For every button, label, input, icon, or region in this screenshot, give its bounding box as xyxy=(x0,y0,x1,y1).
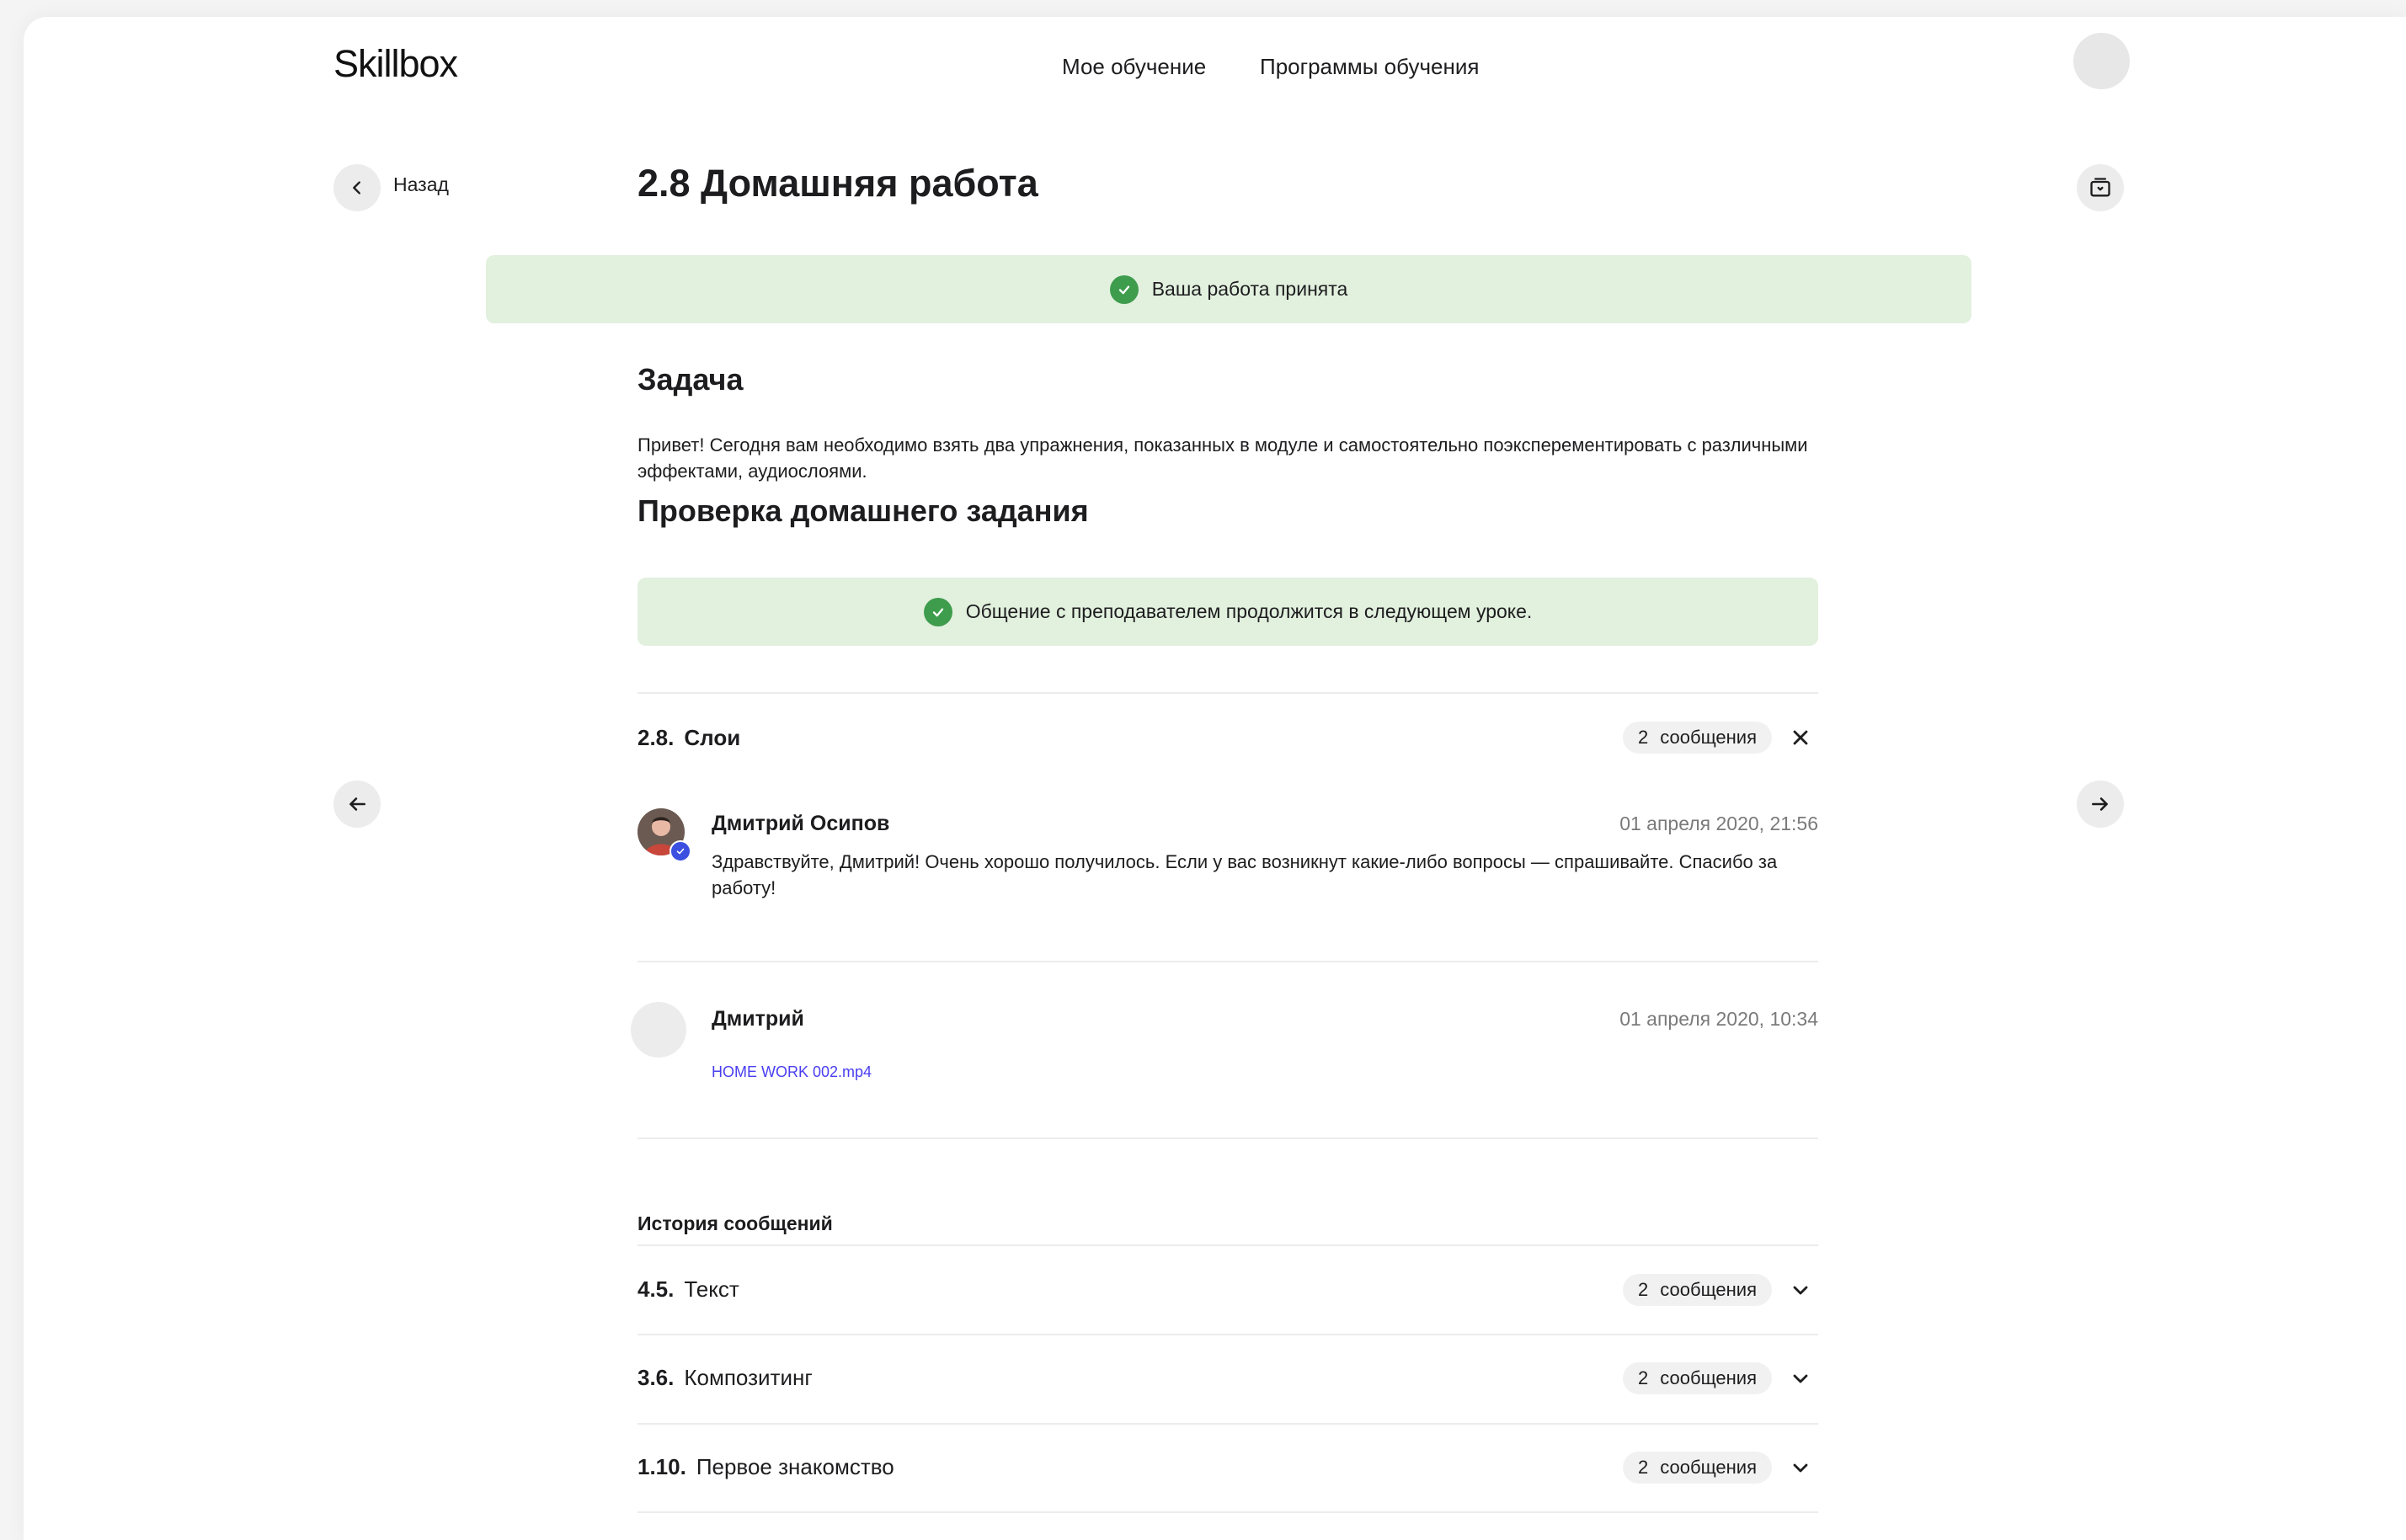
count-label: сообщения xyxy=(1660,1367,1758,1388)
history-item-name: Первое знакомство xyxy=(696,1454,894,1479)
accepted-banner: Ваша работа принята xyxy=(486,255,1971,323)
expand-button[interactable] xyxy=(1788,1366,1813,1391)
thread-name: Слои xyxy=(684,725,741,750)
count-label: сообщения xyxy=(1660,727,1758,748)
count-label: сообщения xyxy=(1660,1279,1758,1300)
task-text: Привет! Сегодня вам необходимо взять два… xyxy=(638,434,1808,482)
arrow-left-icon xyxy=(349,797,365,811)
expand-button[interactable] xyxy=(1788,1455,1813,1480)
divider xyxy=(638,961,1818,962)
chevron-left-icon xyxy=(353,181,360,194)
message-author: Дмитрий xyxy=(712,1007,804,1031)
history-item-title[interactable]: 3.6. Композитинг xyxy=(638,1365,813,1391)
nav-programs[interactable]: Программы обучения xyxy=(1260,54,1479,80)
history-item-number: 4.5. xyxy=(638,1276,675,1302)
message-count-badge: 2 сообщения xyxy=(1623,1274,1773,1306)
history-item-name: Текст xyxy=(684,1276,739,1302)
count-value: 2 xyxy=(1638,1279,1649,1300)
divider xyxy=(638,1511,1818,1513)
divider xyxy=(638,1138,1818,1139)
history-item-number: 1.10. xyxy=(638,1454,686,1479)
prev-lesson-button[interactable] xyxy=(333,781,381,828)
nav-my-learning[interactable]: Мое обучение xyxy=(1062,54,1206,80)
count-value: 2 xyxy=(1638,1457,1649,1478)
chevron-down-icon xyxy=(1793,1286,1808,1295)
thread-title[interactable]: 2.8. Слои xyxy=(638,725,740,751)
page: Skillbox Мое обучение Программы обучения… xyxy=(24,17,2406,1540)
chevron-down-icon xyxy=(1793,1374,1808,1383)
count-value: 2 xyxy=(1638,727,1649,748)
divider xyxy=(638,1423,1818,1425)
history-item-number: 3.6. xyxy=(638,1365,675,1390)
history-item-name: Композитинг xyxy=(684,1365,813,1390)
check-icon xyxy=(1109,274,1139,304)
message-count-badge: 2 сообщения xyxy=(1623,722,1773,754)
review-banner-text: Общение с преподавателем продолжится в с… xyxy=(965,600,1533,622)
divider xyxy=(638,1334,1818,1335)
count-label: сообщения xyxy=(1660,1457,1758,1478)
history-label: История сообщений xyxy=(638,1212,833,1234)
message-date: 01 апреля 2020, 10:34 xyxy=(1619,1008,1818,1030)
divider xyxy=(638,692,1818,694)
close-icon xyxy=(1793,730,1808,745)
back-button[interactable] xyxy=(333,164,381,211)
message-count-badge: 2 сообщения xyxy=(1623,1362,1773,1394)
attachment-link[interactable]: HOME WORK 002.mp4 xyxy=(712,1063,872,1081)
message-text: Здравствуйте, Дмитрий! Очень хорошо полу… xyxy=(712,851,1778,898)
archive-icon xyxy=(2090,178,2110,197)
arrow-right-icon xyxy=(2092,797,2108,811)
verified-icon xyxy=(670,840,691,862)
message-date: 01 апреля 2020, 21:56 xyxy=(1619,813,1818,834)
thread-number: 2.8. xyxy=(638,725,675,750)
check-icon xyxy=(923,597,952,626)
message-count-badge: 2 сообщения xyxy=(1623,1452,1773,1484)
divider xyxy=(638,1244,1818,1246)
history-item-title[interactable]: 4.5. Текст xyxy=(638,1276,739,1303)
next-lesson-button[interactable] xyxy=(2077,781,2124,828)
chevron-down-icon xyxy=(1793,1463,1808,1473)
close-thread-button[interactable] xyxy=(1788,725,1813,750)
expand-button[interactable] xyxy=(1788,1277,1813,1303)
profile-avatar[interactable] xyxy=(2073,33,2130,89)
history-item-title[interactable]: 1.10. Первое знакомство xyxy=(638,1454,894,1480)
accepted-text: Ваша работа принята xyxy=(1151,278,1348,300)
review-heading: Проверка домашнего задания xyxy=(638,493,1089,528)
task-heading: Задача xyxy=(638,362,744,397)
count-value: 2 xyxy=(1638,1367,1649,1388)
archive-button[interactable] xyxy=(2077,164,2124,211)
message-author: Дмитрий Осипов xyxy=(712,812,890,835)
back-label[interactable]: Назад xyxy=(393,173,449,196)
page-title: 2.8 Домашняя работа xyxy=(638,162,1038,205)
review-banner: Общение с преподавателем продолжится в с… xyxy=(638,578,1818,646)
logo[interactable]: Skillbox xyxy=(333,42,458,86)
student-avatar xyxy=(631,1002,686,1058)
